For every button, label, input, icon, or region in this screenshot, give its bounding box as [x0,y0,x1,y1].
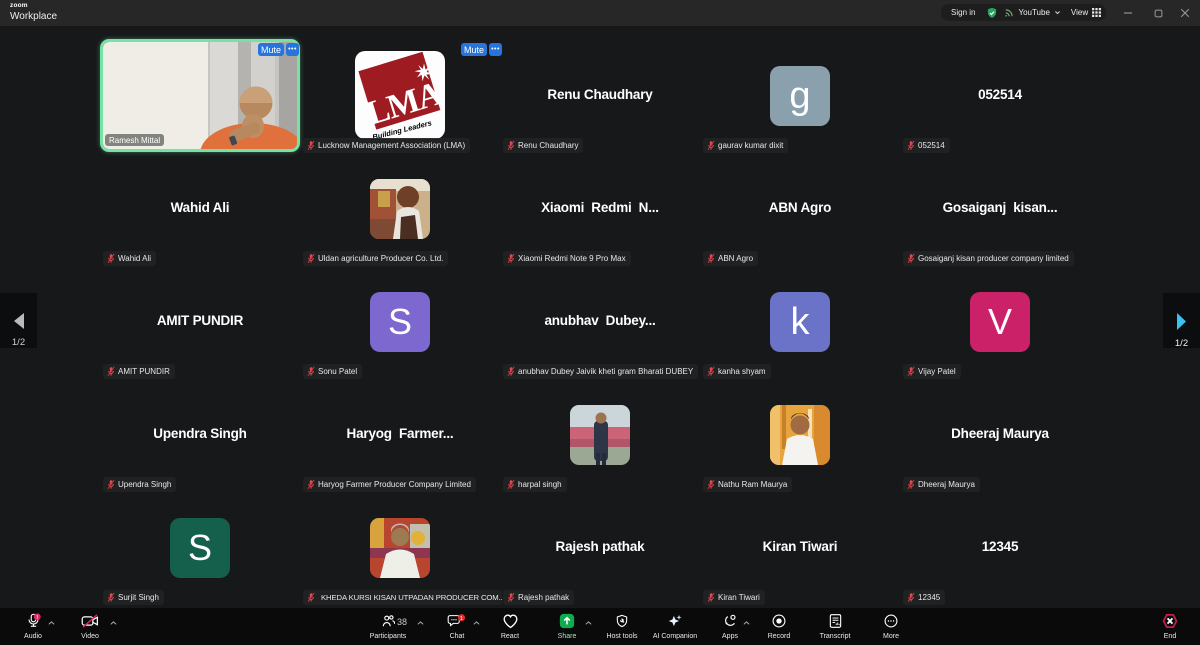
svg-text:1: 1 [460,616,463,622]
svg-text:!: ! [36,615,38,621]
